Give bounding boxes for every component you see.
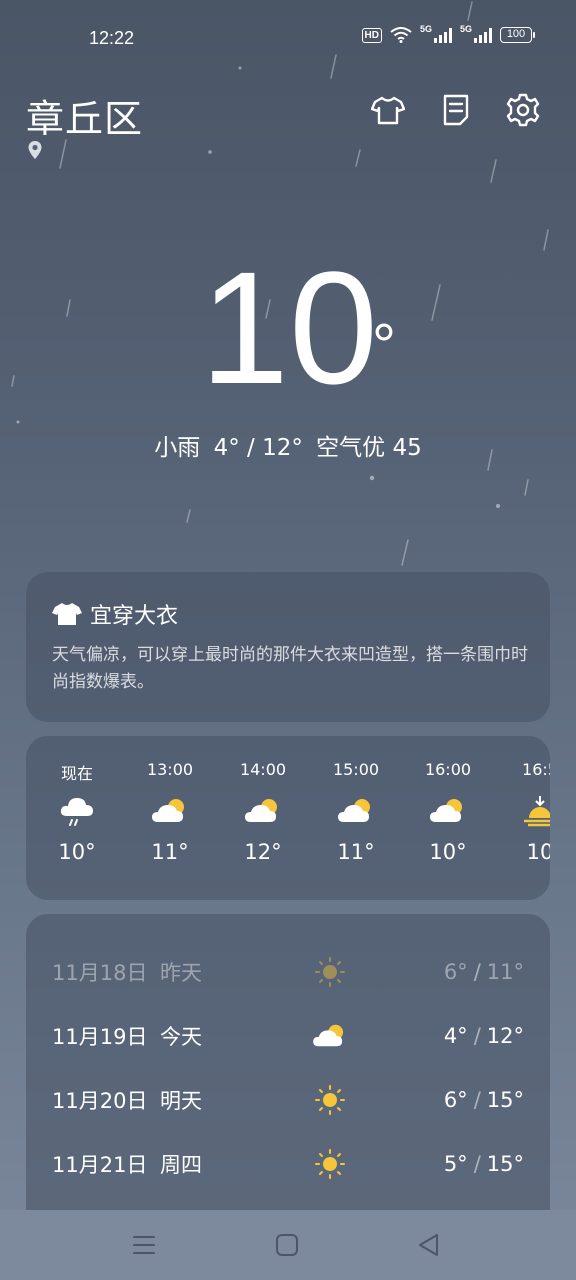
air-quality[interactable]: 空气优 45	[316, 435, 422, 461]
hour-temp: 10°	[58, 840, 96, 864]
day-date: 11月20日	[52, 1089, 148, 1113]
day-name: 周四	[160, 1153, 202, 1177]
network-type-label: 5G	[420, 24, 433, 34]
day-date: 11月18日	[52, 961, 148, 985]
range-separator: /	[473, 1152, 481, 1176]
note-button[interactable]	[438, 92, 474, 128]
partly-cloudy-icon	[245, 799, 277, 822]
hour-time: 14:00	[239, 760, 287, 779]
hour-item[interactable]: 16:00 10°	[408, 760, 488, 864]
hour-item[interactable]: 16:5 10	[500, 760, 550, 864]
system-nav-bar	[0, 1210, 576, 1280]
hour-item[interactable]: 14:00 12°	[223, 760, 303, 864]
day-high: 12°	[486, 1024, 524, 1048]
hour-item[interactable]: 现在 10°	[37, 760, 117, 864]
range-separator: /	[473, 1024, 481, 1048]
sunset-icon	[524, 796, 550, 827]
network-type-label: 5G	[460, 24, 473, 34]
menu-icon[interactable]	[131, 1232, 157, 1258]
hour-temp: 12°	[244, 840, 282, 864]
day-low: 4°	[443, 1024, 468, 1048]
clothing-description: 天气偏凉，可以穿上最时尚的那件大衣来凹造型，搭一条围巾时尚指数爆表。	[52, 645, 528, 692]
day-row[interactable]: 11月19日 今天 4°/12°	[52, 1016, 524, 1056]
day-date: 11月19日	[52, 1025, 148, 1049]
weather-summary: 小雨 4° / 12° 空气优 45	[0, 428, 576, 462]
location-pin-icon	[28, 141, 42, 159]
day-low: 5°	[443, 1152, 468, 1176]
temperature-value: 10	[200, 238, 378, 417]
day-name: 明天	[160, 1089, 202, 1113]
signal-icon: 5G	[420, 24, 452, 43]
day-high: 15°	[486, 1152, 524, 1176]
gear-icon	[506, 93, 540, 127]
hour-time: 13:00	[146, 760, 194, 779]
sun-icon	[315, 1149, 345, 1179]
clothing-title: 宜穿大衣	[52, 598, 178, 630]
battery-icon: 100	[500, 27, 535, 43]
day-name: 昨天	[160, 961, 202, 985]
status-bar: 12:22 HD 5G 5G 100	[0, 0, 576, 78]
current-temperature: 10°	[0, 238, 576, 418]
clothing-title-text: 宜穿大衣	[90, 604, 179, 629]
note-icon	[443, 94, 469, 126]
partly-cloudy-icon	[152, 799, 184, 822]
shirt-icon	[371, 96, 405, 125]
day-row[interactable]: 11月21日 周四 5°/15°	[52, 1144, 524, 1184]
day-low: 6°	[443, 960, 468, 984]
clothing-index-card[interactable]: 宜穿大衣 天气偏凉，可以穿上最时尚的那件大衣来凹造型，搭一条围巾时尚指数爆表。	[26, 572, 550, 722]
day-name: 今天	[160, 1025, 202, 1049]
hour-item[interactable]: 15:00 11°	[316, 760, 396, 864]
day-row[interactable]: 11月18日 昨天 6°/11°	[52, 952, 524, 992]
home-square-icon[interactable]	[274, 1232, 300, 1258]
day-row[interactable]: 11月20日 明天 6°/15°	[52, 1080, 524, 1120]
hour-time: 16:00	[424, 760, 472, 779]
status-time: 12:22	[89, 28, 135, 48]
day-date: 11月21日	[52, 1153, 148, 1177]
day-high: 11°	[486, 960, 524, 984]
settings-button[interactable]	[505, 92, 541, 128]
hour-temp: 11°	[151, 840, 189, 864]
sun-icon	[315, 957, 345, 987]
shirt-icon	[52, 603, 82, 625]
rain-cloud-icon	[60, 798, 93, 826]
temperature-unit: °	[371, 312, 396, 379]
hour-temp: 10°	[429, 840, 467, 864]
sun-icon	[315, 1085, 345, 1115]
signal-icon: 5G	[460, 24, 492, 43]
today-range: 4° / 12°	[213, 435, 303, 461]
hour-time: 现在	[60, 764, 93, 783]
hour-temp: 10	[526, 840, 550, 864]
range-separator: /	[473, 960, 481, 984]
wifi-icon	[390, 27, 412, 43]
partly-cloudy-icon	[313, 1024, 344, 1047]
back-triangle-icon[interactable]	[416, 1232, 442, 1258]
hd-icon: HD	[361, 27, 382, 43]
daily-forecast-card[interactable]: 11月18日 昨天 6°/11° 11月19日 今天 4°/12° 11月20日…	[26, 914, 550, 1214]
hourly-forecast-card[interactable]: 现在 10° 13:00 11° 14:00 12° 15:00 11° 16:…	[26, 736, 550, 900]
city-name[interactable]: 章丘区	[26, 88, 143, 143]
condition-text: 小雨	[154, 435, 201, 461]
day-low: 6°	[443, 1088, 468, 1112]
day-high: 15°	[486, 1088, 524, 1112]
clothing-button[interactable]	[370, 92, 406, 128]
partly-cloudy-icon	[430, 799, 462, 822]
hour-item[interactable]: 13:00 11°	[130, 760, 210, 864]
partly-cloudy-icon	[338, 799, 370, 822]
range-separator: /	[473, 1088, 481, 1112]
hour-time: 16:5	[522, 760, 550, 779]
hour-time: 15:00	[332, 760, 380, 779]
hour-temp: 11°	[337, 840, 375, 864]
status-icons: HD 5G 5G 100	[361, 24, 535, 43]
